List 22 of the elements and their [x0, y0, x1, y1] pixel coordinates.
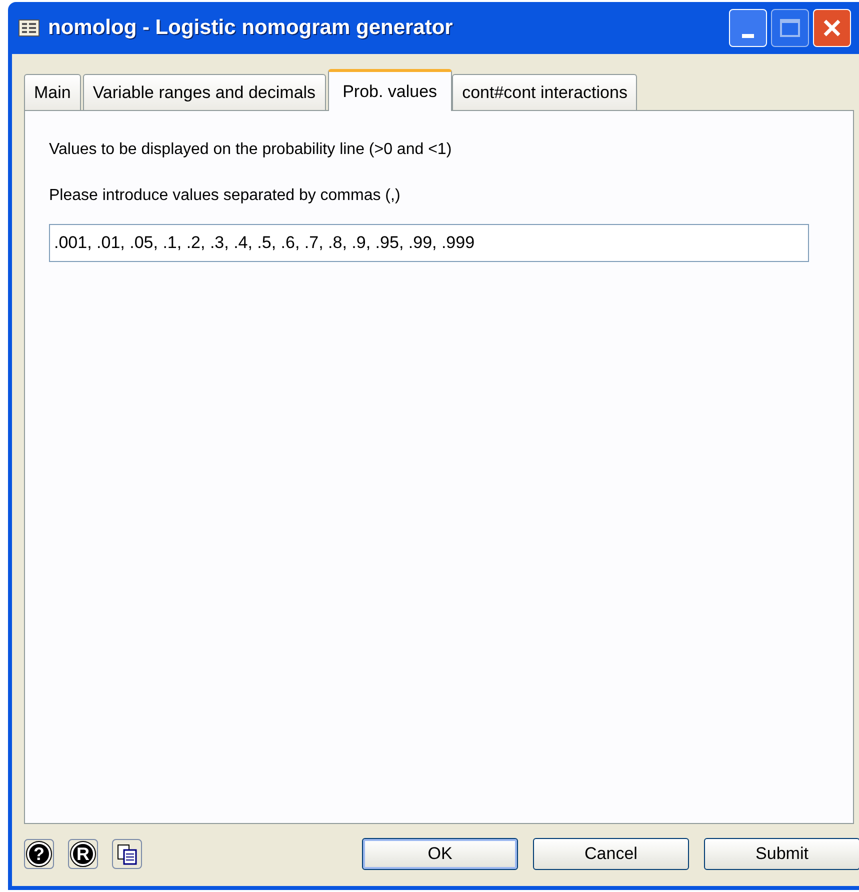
- instruction-text: Please introduce values separated by commas (,): [49, 186, 402, 206]
- input-field[interactable]: .001, .01, .05, .1, .2, .3, .4, .5, .6, .7, .8, .9, .95, .99, .999: [49, 224, 809, 262]
- icon-button[interactable]: R: [68, 839, 98, 869]
- tab[interactable]: Prob. values: [328, 69, 452, 111]
- copy-button[interactable]: [112, 839, 142, 869]
- dialog-button[interactable]: Cancel: [533, 838, 689, 870]
- window-icon: [18, 19, 40, 37]
- tab[interactable]: Variable ranges and decimals: [82, 74, 326, 110]
- copy-icon: [116, 843, 138, 865]
- tab[interactable]: Main: [24, 74, 81, 110]
- tab[interactable]: cont#cont interactions: [452, 74, 638, 110]
- minimize-icon: [742, 34, 754, 38]
- description-text: Values to be displayed on the probability line (>0 and <1): [49, 140, 453, 160]
- maximize-icon: [780, 19, 800, 37]
- window-title: nomolog - Logistic nomogram generator: [48, 15, 453, 42]
- maximize-button[interactable]: [771, 9, 809, 47]
- close-button[interactable]: [813, 9, 851, 47]
- minimize-button[interactable]: [729, 9, 767, 47]
- close-icon: [822, 18, 842, 38]
- dialog-button[interactable]: OK: [362, 838, 518, 870]
- icon-button[interactable]: ?: [24, 839, 54, 869]
- dialog-button[interactable]: Submit: [704, 838, 859, 870]
